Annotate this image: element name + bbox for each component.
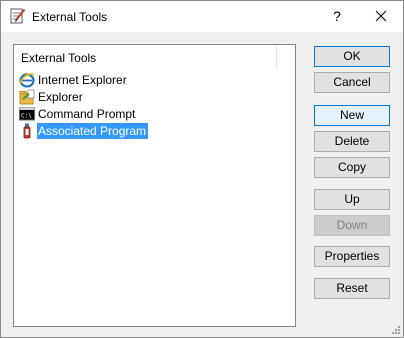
external-tools-list[interactable]: External Tools Internet Explorer Explore… <box>13 44 296 327</box>
title-bar[interactable]: External Tools ? <box>1 1 403 32</box>
dialog-title: External Tools <box>32 10 108 24</box>
list-item-label: Associated Program <box>37 123 149 139</box>
up-button[interactable]: Up <box>314 189 390 210</box>
external-tools-dialog: External Tools ? External Tools Internet… <box>0 0 404 338</box>
cancel-button[interactable]: Cancel <box>314 72 390 93</box>
down-button[interactable]: Down <box>314 215 390 236</box>
internet-explorer-icon <box>19 72 35 88</box>
reset-button[interactable]: Reset <box>314 278 390 299</box>
copy-button[interactable]: Copy <box>314 157 390 178</box>
new-button[interactable]: New <box>314 105 390 126</box>
list-item-label: Explorer <box>38 90 83 104</box>
resize-grip-icon[interactable] <box>390 324 401 335</box>
explorer-icon <box>19 89 35 105</box>
delete-button[interactable]: Delete <box>314 131 390 152</box>
notepad-pencil-icon <box>10 8 26 24</box>
svg-text:C:\: C:\ <box>21 113 32 120</box>
list-column-header[interactable]: External Tools <box>14 45 277 69</box>
list-header-label: External Tools <box>21 51 97 65</box>
associated-program-icon <box>19 123 35 139</box>
properties-button[interactable]: Properties <box>314 246 390 267</box>
command-prompt-icon: C:\ <box>19 106 35 122</box>
close-icon <box>375 10 387 22</box>
list-item-label: Command Prompt <box>38 107 136 121</box>
help-button[interactable]: ? <box>319 1 355 32</box>
ok-button[interactable]: OK <box>314 46 390 67</box>
list-item-label: Internet Explorer <box>38 73 127 87</box>
close-button[interactable] <box>359 1 403 32</box>
